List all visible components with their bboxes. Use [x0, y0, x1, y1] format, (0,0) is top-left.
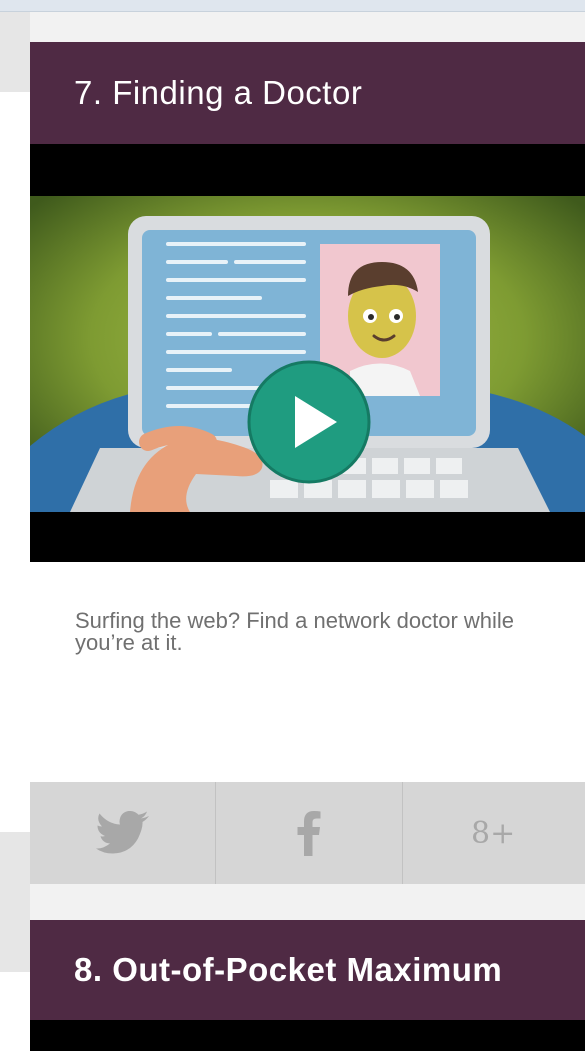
card-description: Surfing the web? Find a network doctor w…	[75, 608, 515, 655]
page-background-strip	[0, 972, 30, 1051]
svg-text:8+: 8+	[471, 816, 515, 851]
google-plus-icon: 8+	[471, 816, 515, 851]
card-title: 8. Out-of-Pocket Maximum	[74, 951, 503, 988]
share-twitter-button[interactable]	[30, 782, 216, 884]
card-header: 7. Finding a Doctor	[30, 42, 585, 144]
card-header: 8. Out-of-Pocket Maximum	[30, 920, 585, 1020]
play-icon[interactable]	[247, 360, 371, 484]
page-background-strip	[0, 92, 30, 832]
page-background-strip	[0, 12, 30, 92]
share-google-plus-button[interactable]: 8+	[403, 782, 585, 884]
twitter-icon	[95, 811, 149, 854]
facebook-icon	[297, 811, 321, 856]
browser-top-bar	[0, 0, 585, 12]
video-player[interactable]	[30, 1020, 585, 1051]
video-card-out-of-pocket-maximum: 8. Out-of-Pocket Maximum	[30, 920, 585, 1051]
card-title: 7. Finding a Doctor	[74, 74, 363, 111]
share-bar: 8+	[30, 782, 585, 884]
share-facebook-button[interactable]	[216, 782, 403, 884]
video-player[interactable]	[30, 144, 585, 562]
video-card-finding-a-doctor: 7. Finding a Doctor Surfing the web? Fin…	[30, 42, 585, 884]
page-background-strip	[0, 832, 30, 972]
video-thumbnail[interactable]	[30, 196, 585, 512]
